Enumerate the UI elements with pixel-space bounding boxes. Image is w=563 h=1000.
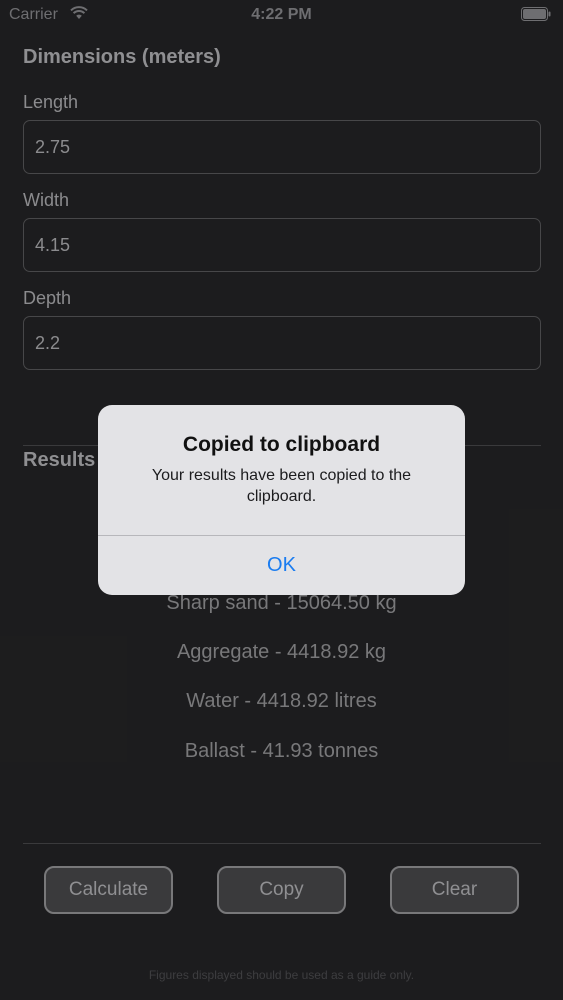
app-screen: Carrier 4:22 PM Dimensions (meters) Leng…: [0, 0, 563, 1000]
alert-ok-button[interactable]: OK: [98, 536, 465, 595]
alert-title: Copied to clipboard: [182, 433, 381, 456]
copied-alert: Copied to clipboard Your results have be…: [98, 405, 465, 595]
alert-message: Your results have been copied to the cli…: [151, 467, 412, 505]
